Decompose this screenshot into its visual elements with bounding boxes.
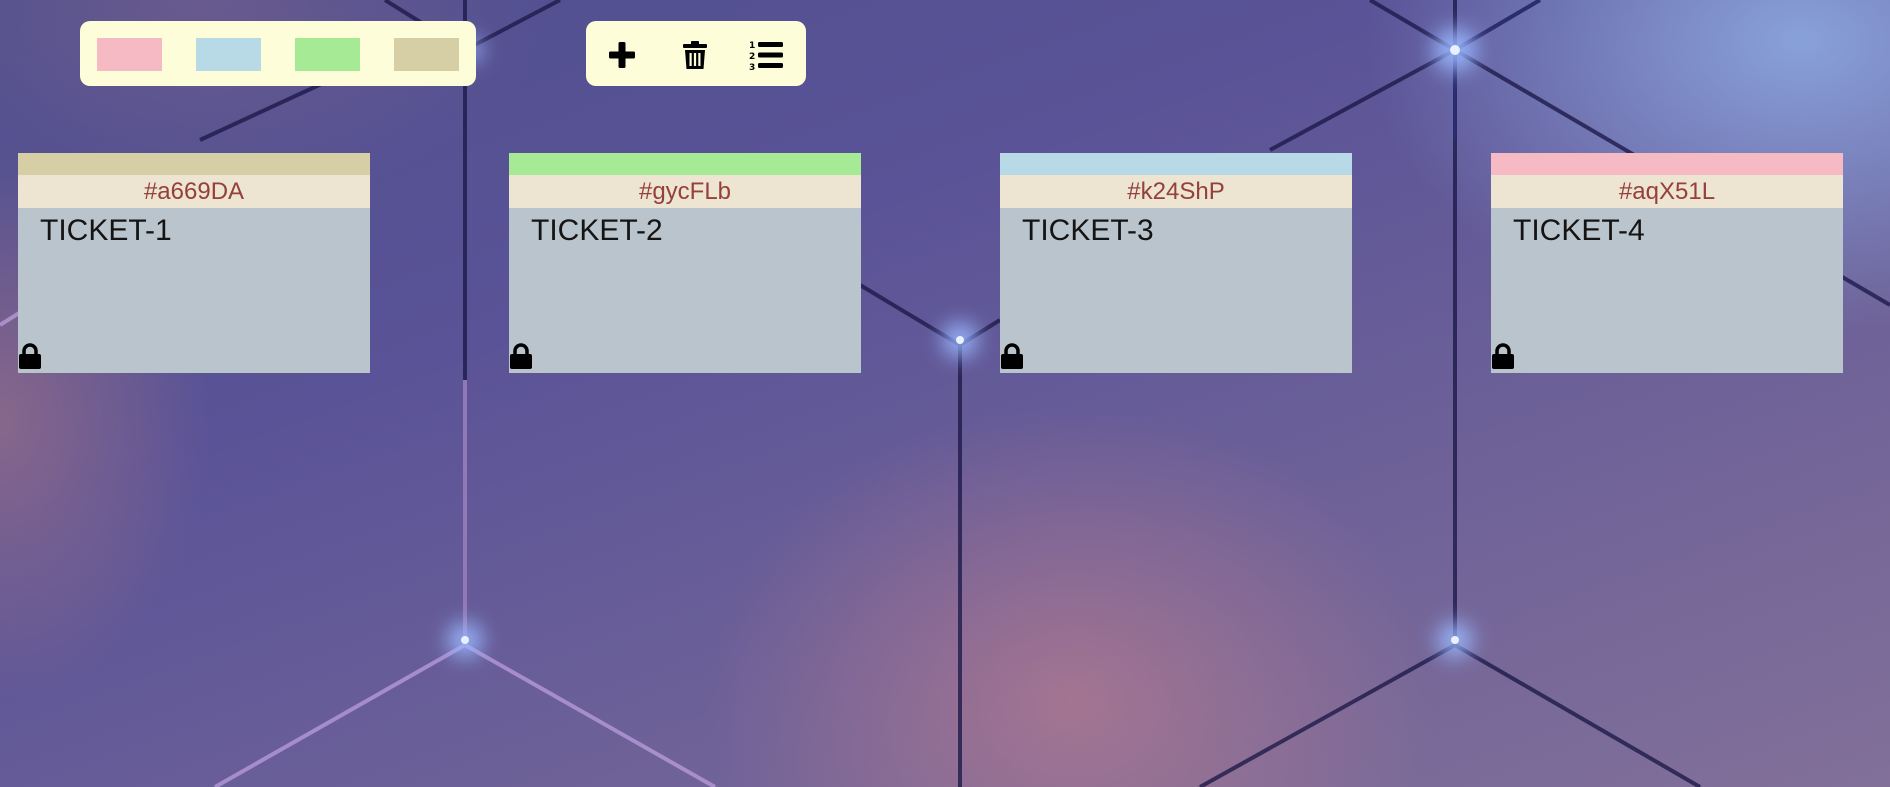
- action-toolbar: 1 2 3: [586, 21, 806, 86]
- ticket-color-strip: [509, 153, 861, 175]
- lock-icon[interactable]: [1491, 342, 1515, 370]
- ticket-title[interactable]: TICKET-2: [531, 213, 663, 249]
- ticket-title[interactable]: TICKET-3: [1022, 213, 1154, 249]
- ordered-list-icon: 1 2 3: [749, 41, 783, 71]
- ticket-color-strip: [18, 153, 370, 175]
- hexagon-line-pattern: [0, 0, 1890, 787]
- swatch-pink[interactable]: [97, 38, 162, 71]
- trash-icon: [683, 41, 707, 69]
- add-ticket-button[interactable]: [602, 35, 642, 75]
- ticket-card[interactable]: #a669DA TICKET-1: [18, 153, 370, 373]
- ticket-card[interactable]: #k24ShP TICKET-3: [1000, 153, 1352, 373]
- ticket-title[interactable]: TICKET-4: [1513, 213, 1645, 249]
- ticket-title[interactable]: TICKET-1: [40, 213, 172, 249]
- ticket-id: #gycFLb: [509, 175, 861, 208]
- color-palette: [80, 21, 476, 86]
- ticket-color-strip: [1491, 153, 1843, 175]
- svg-text:1: 1: [749, 41, 755, 51]
- ticket-card[interactable]: #aqX51L TICKET-4: [1491, 153, 1843, 373]
- board-background: 1 2 3 #a669DA TICKET-1 #gycFLb TICKET-2 …: [0, 0, 1890, 787]
- ticket-id: #a669DA: [18, 175, 370, 208]
- swatch-light-blue[interactable]: [196, 38, 261, 71]
- lock-icon[interactable]: [18, 342, 42, 370]
- lock-icon[interactable]: [1000, 342, 1024, 370]
- swatch-khaki[interactable]: [394, 38, 459, 71]
- ticket-id: #k24ShP: [1000, 175, 1352, 208]
- plus-icon: [609, 42, 635, 68]
- ticket-card[interactable]: #gycFLb TICKET-2: [509, 153, 861, 373]
- svg-text:2: 2: [749, 52, 755, 62]
- delete-ticket-button[interactable]: [675, 35, 715, 75]
- swatch-light-green[interactable]: [295, 38, 360, 71]
- ordered-list-button[interactable]: 1 2 3: [746, 35, 786, 75]
- ticket-color-strip: [1000, 153, 1352, 175]
- ticket-id: #aqX51L: [1491, 175, 1843, 208]
- svg-text:3: 3: [749, 63, 755, 71]
- lock-icon[interactable]: [509, 342, 533, 370]
